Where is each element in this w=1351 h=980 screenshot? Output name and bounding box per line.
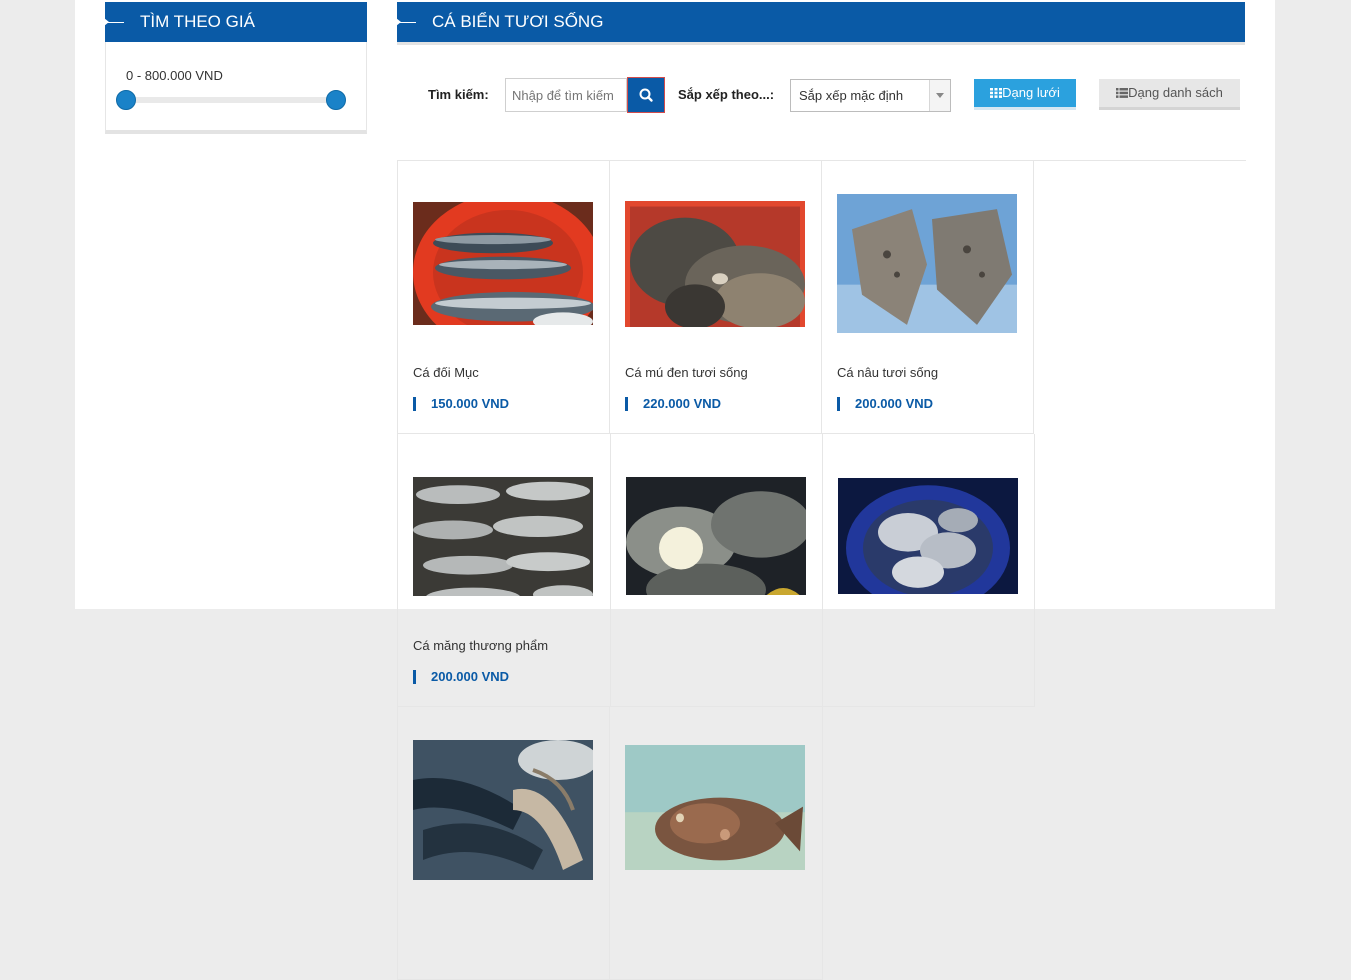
grid-view-label: Dạng lưới <box>1002 85 1060 100</box>
product-card[interactable]: Cá mú đen tươi sống 220.000 VND <box>610 161 822 434</box>
product-grid: Cá đối Mục 150.000 VND Cá mú đen tươi số… <box>397 160 1246 980</box>
dropdown-arrow-icon <box>929 80 950 111</box>
grid-view-button[interactable]: Dạng lưới <box>974 79 1076 110</box>
product-card[interactable]: Cá măng thương phẩm 200.000 VND <box>398 434 611 707</box>
header-arrow-decoration <box>104 18 109 26</box>
price-slider-min-handle[interactable] <box>116 90 136 110</box>
price-slider-track[interactable] <box>126 97 338 103</box>
product-image[interactable] <box>413 740 593 880</box>
product-image[interactable] <box>626 477 806 595</box>
sort-selected-value: Sắp xếp mặc định <box>799 88 904 103</box>
header-underline <box>397 42 1245 45</box>
stonefish-image <box>625 745 805 870</box>
product-image[interactable] <box>837 194 1017 333</box>
product-image[interactable] <box>413 202 593 325</box>
search-input[interactable] <box>505 78 627 112</box>
product-name[interactable]: Cá mú đen tươi sống <box>625 365 748 380</box>
price-filter-title: TÌM THEO GIÁ <box>140 12 255 31</box>
product-price: 150.000 VND <box>413 397 509 411</box>
page-container: TÌM THEO GIÁ 0 - 800.000 VND CÁ BIỂN TƯƠ… <box>75 0 1275 980</box>
search-icon <box>639 88 653 102</box>
price-filter-header: TÌM THEO GIÁ <box>104 2 367 42</box>
product-card[interactable] <box>611 434 823 707</box>
mullet-fish-image <box>413 202 593 325</box>
product-price: 220.000 VND <box>625 397 721 411</box>
product-name[interactable]: Cá măng thương phẩm <box>413 638 548 653</box>
product-section: CÁ BIỂN TƯƠI SỐNG Tìm kiếm: Sắp xếp theo… <box>396 2 1246 980</box>
product-name[interactable]: Cá nâu tươi sống <box>837 365 938 380</box>
grouper-fish-image <box>625 201 805 327</box>
sort-select[interactable]: Sắp xếp mặc định <box>790 79 951 112</box>
leatherjacket-fish-image <box>837 194 1017 333</box>
price-filter-widget: TÌM THEO GIÁ 0 - 800.000 VND <box>104 2 367 134</box>
list-view-label: Dạng danh sách <box>1128 85 1223 100</box>
list-icon <box>1116 88 1129 98</box>
grid-icon <box>990 88 1003 98</box>
product-card[interactable]: Cá nâu tươi sống 200.000 VND <box>822 161 1034 434</box>
milkfish-image <box>413 477 593 596</box>
category-title: CÁ BIỂN TƯƠI SỐNG <box>432 12 604 31</box>
product-image[interactable] <box>413 477 593 596</box>
search-label: Tìm kiếm: <box>428 87 489 102</box>
product-toolbar: Tìm kiếm: Sắp xếp theo...: Sắp xếp mặc đ… <box>397 77 1245 117</box>
price-slider-max-handle[interactable] <box>326 90 346 110</box>
header-arrow-decoration <box>396 18 401 26</box>
list-view-button[interactable]: Dạng danh sách <box>1099 79 1240 110</box>
product-image[interactable] <box>625 745 805 870</box>
sort-label: Sắp xếp theo...: <box>678 87 775 102</box>
product-image[interactable] <box>625 201 805 327</box>
product-name[interactable]: Cá đối Mục <box>413 365 479 380</box>
product-image[interactable] <box>838 478 1018 594</box>
search-button[interactable] <box>627 77 665 113</box>
product-card[interactable] <box>823 434 1035 707</box>
price-range-text: 0 - 800.000 VND <box>126 68 223 83</box>
product-card[interactable]: Cá đối Mục 150.000 VND <box>398 161 610 434</box>
product-card[interactable] <box>398 707 610 980</box>
cobia-fish-image <box>413 740 593 880</box>
seabream-fish-image <box>626 477 806 595</box>
product-price: 200.000 VND <box>837 397 933 411</box>
pompano-fish-image <box>838 478 1018 594</box>
category-header: CÁ BIỂN TƯƠI SỐNG <box>396 2 1245 42</box>
product-price: 200.000 VND <box>413 670 509 684</box>
product-card[interactable] <box>610 707 823 980</box>
